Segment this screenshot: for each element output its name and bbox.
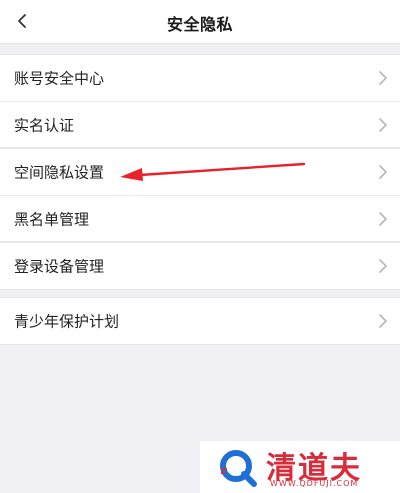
settings-group-account: 账号安全中心 实名认证 — [0, 54, 400, 148]
menu-item-label: 登录设备管理 — [14, 257, 105, 276]
menu-item-label: 实名认证 — [14, 116, 75, 134]
settings-group-youth: 青少年保护计划 — [0, 297, 400, 345]
menu-item-label: 黑名单管理 — [14, 210, 90, 228]
menu-item-blacklist[interactable]: 黑名单管理 — [0, 195, 400, 241]
chevron-right-icon — [379, 71, 387, 85]
watermark-logo-icon — [220, 450, 257, 487]
watermark: 清道夫 WWW.QDFUJI.COM — [200, 441, 400, 493]
page-title: 安全隐私 — [166, 15, 233, 34]
chevron-right-icon — [379, 211, 387, 226]
chevron-right-icon — [379, 259, 387, 273]
menu-item-label: 空间隐私设置 — [14, 163, 105, 182]
chevron-right-icon — [379, 117, 387, 132]
menu-item-login-devices[interactable]: 登录设备管理 — [0, 243, 400, 289]
menu-item-real-name-auth[interactable]: 实名认证 — [0, 101, 400, 147]
menu-item-label: 账号安全中心 — [14, 69, 105, 88]
menu-item-youth-protection[interactable]: 青少年保护计划 — [0, 298, 400, 344]
nav-header: 安全隐私 — [0, 0, 400, 44]
menu-item-account-security[interactable]: 账号安全中心 — [0, 55, 400, 101]
menu-item-label: 青少年保护计划 — [14, 312, 120, 331]
chevron-right-icon — [379, 314, 387, 328]
annotation-arrow-icon — [120, 162, 306, 181]
settings-group-devices: 登录设备管理 — [0, 242, 400, 290]
watermark-url: WWW.QDFUJI.COM — [270, 479, 359, 488]
chevron-right-icon — [379, 165, 387, 179]
